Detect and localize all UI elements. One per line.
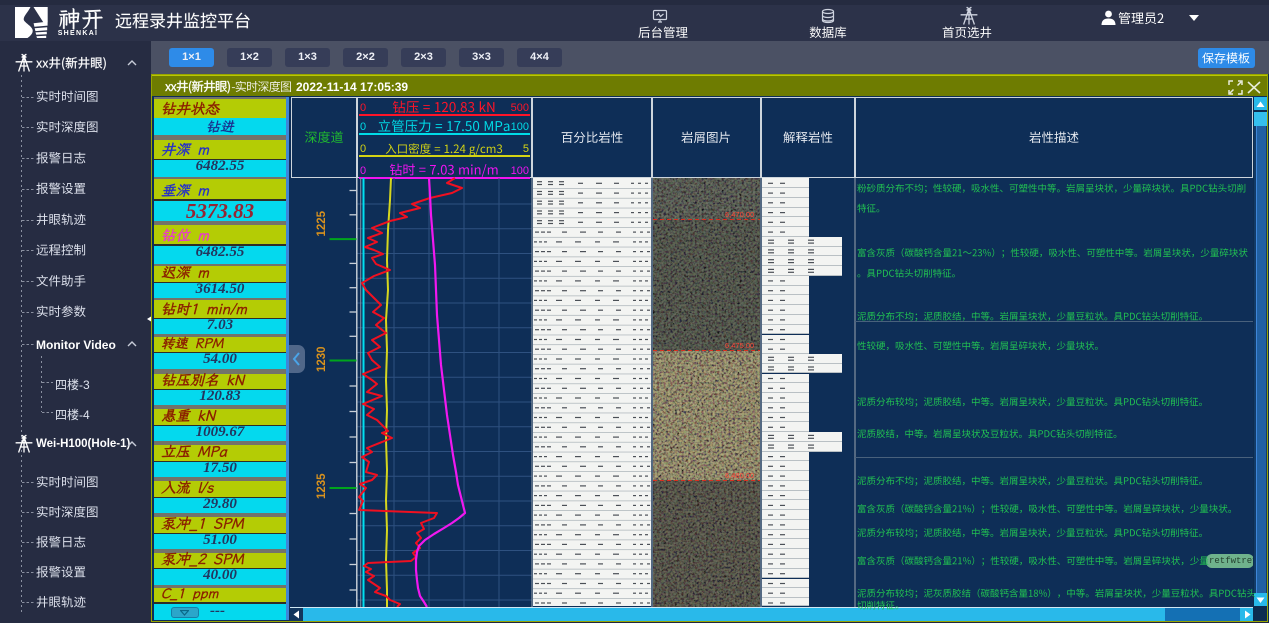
- svg-text:6,470.00: 6,470.00: [725, 210, 754, 219]
- svg-text:6,475.00: 6,475.00: [725, 341, 754, 350]
- svg-text:6,480.00: 6,480.00: [725, 471, 754, 480]
